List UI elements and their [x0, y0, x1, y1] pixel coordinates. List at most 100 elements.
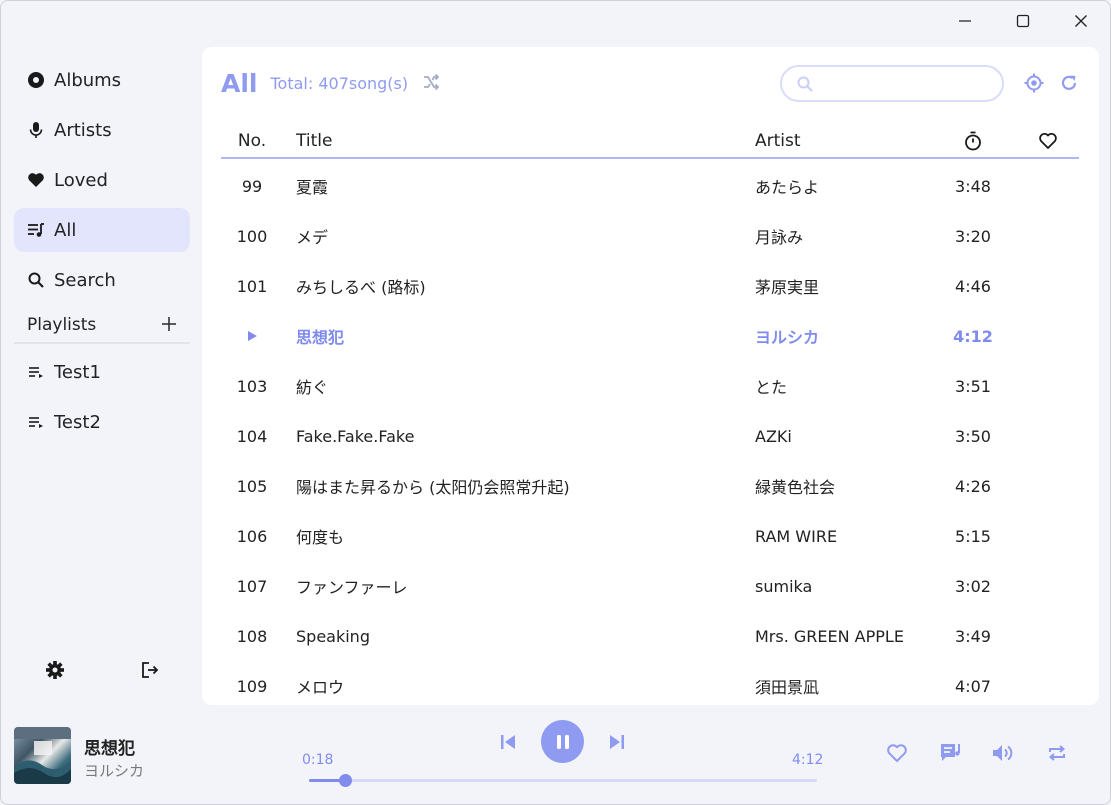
column-title[interactable]: Title [296, 125, 736, 157]
song-duration: 3:02 [955, 576, 991, 596]
minimize-button[interactable] [936, 7, 994, 35]
song-no: 103 [236, 376, 268, 396]
sidebar-item-loved[interactable]: Loved [14, 158, 190, 202]
cover-art [14, 727, 71, 784]
lyrics-button[interactable] [939, 742, 963, 768]
song-artist: AZKi [755, 426, 792, 446]
window-controls [936, 7, 1110, 35]
column-no[interactable]: No. [221, 125, 283, 157]
app-window: Albums Artists Loved All Search Playlist… [0, 0, 1111, 805]
heart-outline-icon [1039, 133, 1057, 149]
repeat-button[interactable] [1046, 742, 1068, 768]
playlist-item-test2[interactable]: Test2 [14, 400, 190, 444]
table-row[interactable]: 106 何度も RAM WIRE 5:15 [221, 511, 1079, 561]
song-artist: RAM WIRE [755, 526, 838, 546]
table-row[interactable]: 109 メロウ 須田景凪 4:07 [221, 661, 1079, 705]
sidebar-item-label: Loved [54, 169, 108, 191]
page-title: All [221, 69, 258, 98]
logout-button[interactable] [140, 660, 160, 684]
playlist-label: Test2 [54, 411, 101, 433]
now-playing-artist: ヨルシカ [84, 762, 145, 780]
progress-knob[interactable] [339, 774, 353, 787]
previous-button[interactable] [497, 731, 519, 753]
song-title: メロウ [296, 678, 345, 697]
shuffle-button[interactable] [422, 73, 440, 95]
refresh-icon [1061, 75, 1077, 90]
song-duration: 5:15 [955, 526, 991, 546]
song-artist: 須田景凪 [755, 678, 820, 697]
playlists-header: Playlists [14, 308, 190, 344]
song-no: 109 [236, 676, 268, 696]
progress-slider[interactable] [309, 774, 817, 787]
lyrics-icon [941, 744, 960, 761]
search-input[interactable] [822, 75, 992, 92]
sidebar-item-search[interactable]: Search [14, 258, 190, 302]
sidebar-item-label: Artists [54, 119, 112, 141]
gear-icon [46, 661, 64, 679]
playlist-icon [27, 413, 45, 431]
song-title: 何度も [296, 528, 345, 547]
repeat-icon [1048, 745, 1066, 761]
now-playing-indicator [221, 311, 283, 361]
heart-icon [27, 171, 45, 189]
playlist-icon [27, 363, 45, 381]
mic-icon [27, 121, 45, 139]
song-title: Speaking [296, 626, 370, 646]
logout-icon [142, 662, 159, 678]
sidebar-item-artists[interactable]: Artists [14, 108, 190, 152]
now-playing-title: 思想犯 [84, 739, 135, 759]
column-artist[interactable]: Artist [755, 125, 935, 157]
song-duration: 4:46 [955, 276, 991, 296]
song-list-panel: All Total: 407song(s) No. Title Artist 9… [202, 47, 1099, 705]
next-button[interactable] [606, 731, 628, 753]
plus-icon [162, 317, 176, 331]
table-row-playing[interactable]: 思想犯 ヨルシカ 4:12 [221, 311, 1079, 361]
table-row[interactable]: 101 みちしるべ (路标) 茅原実里 4:46 [221, 261, 1079, 311]
table-row[interactable]: 108 Speaking Mrs. GREEN APPLE 3:49 [221, 611, 1079, 661]
song-artist: 緑黄色社会 [755, 478, 836, 497]
search-box[interactable] [780, 65, 1004, 102]
music-list-icon [27, 221, 45, 239]
minimize-icon [959, 20, 971, 22]
table-row[interactable]: 104 Fake.Fake.Fake AZKi 3:50 [221, 411, 1079, 461]
playlist-item-test1[interactable]: Test1 [14, 350, 190, 394]
song-title: 陽はまた昇るから (太阳仍会照常升起) [296, 478, 570, 497]
add-playlist-button[interactable] [162, 314, 176, 336]
album-cover[interactable] [14, 727, 71, 784]
sidebar-item-all[interactable]: All [14, 208, 190, 252]
table-row[interactable]: 107 ファンファーレ sumika 3:02 [221, 561, 1079, 611]
song-title: みちしるべ (路标) [296, 278, 426, 297]
table-row[interactable]: 103 紡ぐ とた 3:51 [221, 361, 1079, 411]
column-loved[interactable] [1013, 125, 1083, 157]
skip-next-icon [610, 735, 624, 749]
close-button[interactable] [1052, 7, 1110, 35]
sidebar-item-albums[interactable]: Albums [14, 58, 190, 102]
total-time: 4:12 [792, 752, 824, 768]
table-row[interactable]: 100 メデ 月詠み 3:20 [221, 211, 1079, 261]
volume-button[interactable] [991, 742, 1015, 768]
song-duration: 3:48 [955, 176, 991, 196]
shuffle-icon [424, 73, 440, 90]
song-title: 紡ぐ [296, 378, 329, 397]
maximize-button[interactable] [994, 7, 1052, 35]
search-icon [27, 271, 45, 289]
column-duration[interactable] [933, 125, 1013, 157]
song-artist: 月詠み [755, 228, 804, 247]
playlists-label: Playlists [27, 315, 97, 335]
sidebar-item-label: Search [54, 269, 116, 291]
skip-previous-icon [501, 735, 515, 749]
table-row[interactable]: 99 夏霞 あたらよ 3:48 [221, 161, 1079, 211]
song-duration: 3:20 [955, 226, 991, 246]
song-title: Fake.Fake.Fake [296, 426, 415, 446]
table-row[interactable]: 105 陽はまた昇るから (太阳仍会照常升起) 緑黄色社会 4:26 [221, 461, 1079, 511]
song-no: 99 [241, 176, 263, 196]
settings-button[interactable] [45, 660, 65, 684]
love-button[interactable] [886, 742, 908, 768]
song-table-body: 99 夏霞 あたらよ 3:48 100 メデ 月詠み 3:20 101 みちしる… [221, 161, 1079, 705]
list-header: All Total: 407song(s) [221, 69, 440, 98]
song-title: メデ [296, 228, 329, 247]
song-duration: 4:26 [955, 476, 991, 496]
locate-current-button[interactable] [1024, 73, 1044, 97]
refresh-button[interactable] [1059, 73, 1079, 97]
pause-button[interactable] [541, 720, 584, 763]
